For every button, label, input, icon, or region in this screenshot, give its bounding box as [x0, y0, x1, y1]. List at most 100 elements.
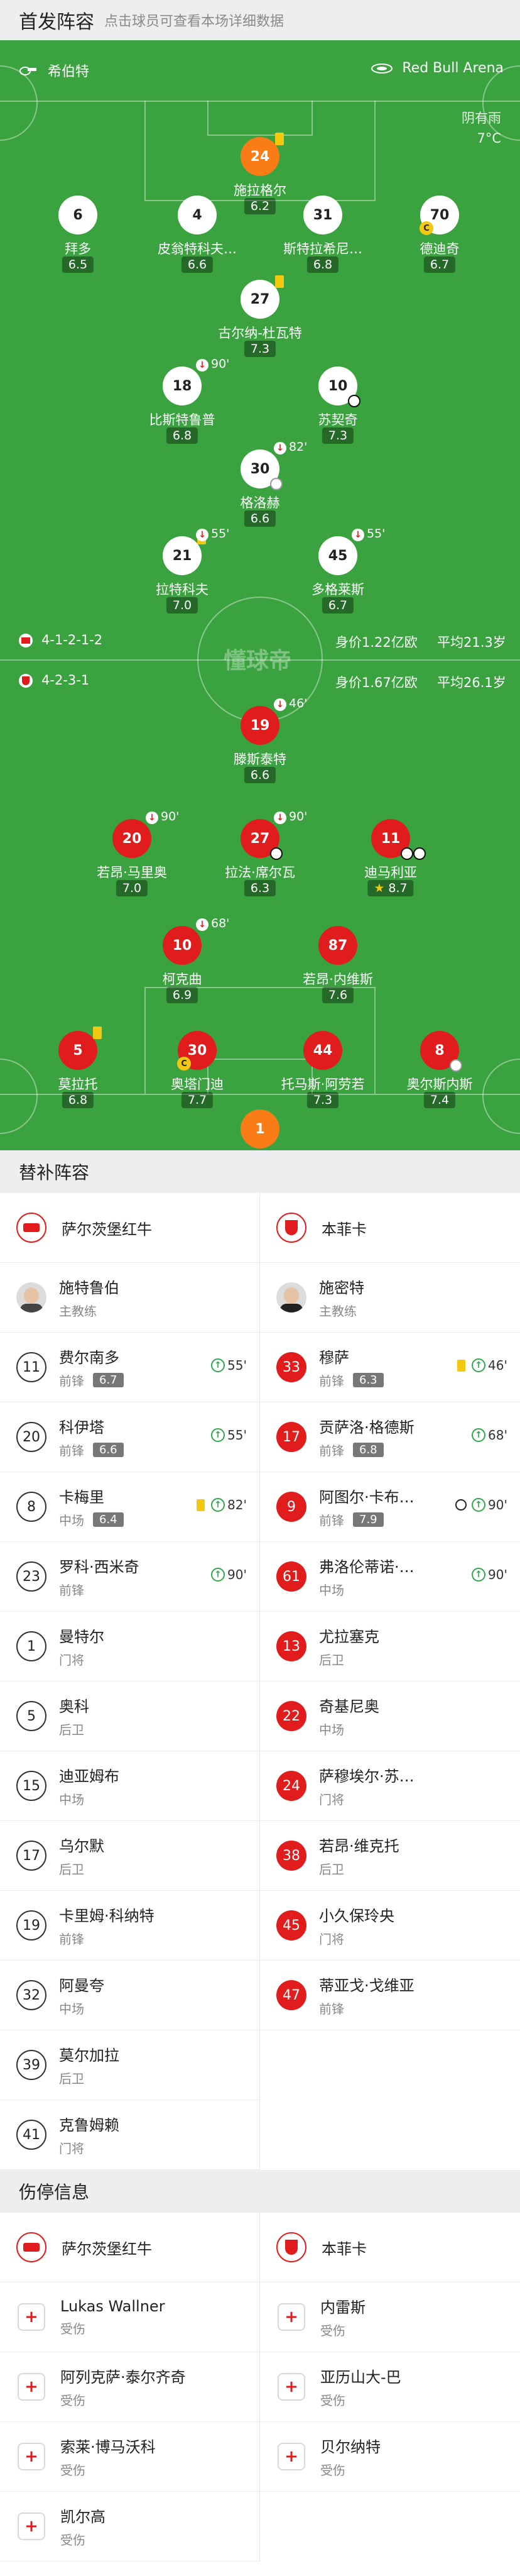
away-sub-row[interactable]: 9 阿图尔·卡布… 前锋 7.9 ↑ 90' [260, 1472, 520, 1542]
away-sub-row[interactable]: 17 贡萨洛·格德斯 前锋 6.8 ↑ 68' [260, 1402, 520, 1472]
away-player-3-rating: ★ 8.7 [367, 880, 414, 896]
sub-event: ↑ 55' [211, 1358, 247, 1373]
away-player-0-number[interactable]: 19 [241, 706, 279, 745]
away-player-2-substitution: ↓ 90' [274, 810, 307, 824]
away-sub-row[interactable]: 45 小久保玲央 门将 [260, 1891, 520, 1961]
away-player-8-name[interactable]: 托马斯·阿劳若 [281, 1074, 365, 1093]
star-icon: ★ [374, 881, 389, 895]
away-team-row[interactable]: 本菲卡 [260, 1193, 520, 1263]
away-player-5-name[interactable]: 若昂·内维斯 [303, 969, 373, 988]
home-sub-row[interactable]: 8 卡梅里 中场 6.4 ↑ 82' [0, 1472, 259, 1542]
home-player-3-number[interactable]: 31 [303, 195, 342, 234]
away-coach-row[interactable]: 施密特 主教练 [260, 1263, 520, 1333]
away-sub-row[interactable]: 22 奇基尼奥 中场 [260, 1682, 520, 1751]
away-injury-row[interactable]: + 亚历山大-巴 受伤 [260, 2352, 520, 2422]
player-name: 穆萨 [319, 1349, 349, 1367]
away-sub-row[interactable]: 24 萨穆埃尔·苏… 门将 [260, 1751, 520, 1821]
home-sub-row[interactable]: 41 克鲁姆赖 门将 [0, 2100, 259, 2170]
home-injury-row[interactable]: + 阿列克萨·泰尔齐奇 受伤 [0, 2352, 259, 2422]
away-player-10-number[interactable]: 1 [241, 1109, 279, 1148]
player-position: 中场 [59, 2001, 84, 2017]
away-sub-row[interactable]: 47 蒂亚戈·戈维亚 前锋 [260, 1961, 520, 2030]
injured-player-name: 索莱·博马沃科 [60, 2438, 156, 2456]
away-player-7-name[interactable]: 奥塔门迪 [171, 1074, 224, 1093]
home-player-10-number[interactable]: 45 [318, 536, 357, 575]
shirt-number: 20 [16, 1422, 46, 1452]
away-player-8-number[interactable]: 44 [303, 1031, 342, 1070]
home-player-10-name[interactable]: 多格莱斯 [311, 580, 364, 598]
home-sub-row[interactable]: 1 曼特尔 门将 [0, 1612, 259, 1682]
home-player-1-name[interactable]: 拜多 [65, 239, 91, 258]
home-player-8-name[interactable]: 格洛赫 [241, 493, 280, 512]
away-player-6-name[interactable]: 莫拉托 [58, 1074, 98, 1093]
home-sub-row[interactable]: 15 迪亚姆布 中场 [0, 1751, 259, 1821]
home-player-9-number[interactable]: 21 [163, 536, 202, 575]
home-player-0-name[interactable]: 施拉格尔 [234, 180, 286, 199]
away-player-4-name[interactable]: 柯克曲 [163, 969, 202, 988]
home-player-0-number[interactable]: 24 [241, 137, 279, 176]
home-player-1-number[interactable]: 6 [58, 195, 97, 234]
home-player-2-number[interactable]: 4 [178, 195, 217, 234]
away-player-9-rating: 7.4 [423, 1092, 456, 1108]
home-coach-row[interactable]: 施特鲁伯 主教练 [0, 1263, 259, 1333]
medical-cross-icon: + [18, 2443, 45, 2470]
away-player-5-rating: 7.6 [322, 987, 354, 1003]
home-team-row[interactable]: 萨尔茨堡红牛 [0, 1193, 259, 1263]
home-sub-row[interactable]: 32 阿曼夸 中场 [0, 1961, 259, 2030]
away-player-2-rating: 6.3 [244, 880, 276, 896]
sub-on-icon: ↑ [472, 1498, 486, 1512]
player-position: 门将 [319, 1932, 344, 1947]
away-player-3-name[interactable]: 迪马利亚 [364, 862, 417, 881]
home-sub-row[interactable]: 20 科伊塔 前锋 6.6 ↑ 55' [0, 1402, 259, 1472]
home-player-6-name[interactable]: 比斯特鲁普 [149, 410, 215, 429]
home-player-2-name[interactable]: 皮翁特科夫… [158, 239, 237, 258]
goal-box-top [207, 101, 313, 136]
home-player-5-name[interactable]: 古尔纳-杜瓦特 [218, 323, 302, 342]
away-player-1-name[interactable]: 若昂·马里奥 [97, 862, 167, 881]
shirt-number: 5 [16, 1701, 46, 1731]
home-injury-row[interactable]: + 索莱·博马沃科 受伤 [0, 2422, 259, 2492]
medical-cross-icon: + [18, 2303, 45, 2331]
away-formation-bar: 4-2-3-1 身价1.67亿欧 平均26.1岁 [0, 669, 520, 694]
away-injury-row[interactable]: + 内雷斯 受伤 [260, 2282, 520, 2352]
home-sub-row[interactable]: 11 费尔南多 前锋 6.7 ↑ 55' [0, 1333, 259, 1402]
away-sub-row[interactable]: 13 尤拉塞克 后卫 [260, 1612, 520, 1682]
home-sub-row[interactable]: 39 莫尔加拉 后卫 [0, 2030, 259, 2100]
away-player-2-name[interactable]: 拉法·席尔瓦 [225, 862, 295, 881]
home-player-9-name[interactable]: 拉特科夫 [156, 580, 209, 598]
home-squad-value: 身价1.22亿欧 [335, 635, 418, 650]
away-player-5-number[interactable]: 87 [318, 926, 357, 965]
away-player-4-number[interactable]: 10 [163, 926, 202, 965]
home-player-3-name[interactable]: 斯特拉希尼… [283, 239, 362, 258]
home-player-6-number[interactable]: 18 [163, 366, 202, 405]
assist-boot-icon [450, 1059, 462, 1072]
home-player-4-name[interactable]: 德迪奇 [420, 239, 460, 258]
away-player-6-number[interactable]: 5 [58, 1031, 97, 1070]
home-player-7-name[interactable]: 苏契奇 [318, 410, 358, 429]
away-sub-row[interactable]: 38 若昂·维克托 后卫 [260, 1821, 520, 1891]
home-injury-row[interactable]: + Lukas Wallner 受伤 [0, 2282, 259, 2352]
shirt-number: 23 [16, 1561, 46, 1592]
venue-label: Red Bull Arena [402, 60, 504, 76]
away-player-0-name[interactable]: 滕斯泰特 [234, 749, 286, 768]
away-team-row[interactable]: 本菲卡 [260, 2213, 520, 2282]
home-player-5-number[interactable]: 27 [241, 280, 279, 319]
home-sub-row[interactable]: 23 罗科·西米奇 前锋 ↑ 90' [0, 1542, 259, 1612]
home-sub-row[interactable]: 5 奥科 后卫 [0, 1682, 259, 1751]
corner-arc-bl [0, 1059, 38, 1134]
home-sub-row[interactable]: 19 卡里姆·科纳特 前锋 [0, 1891, 259, 1961]
sub-minute: 90' [488, 1567, 507, 1582]
away-player-1-number[interactable]: 20 [112, 819, 151, 858]
player-position: 前锋 [319, 1443, 344, 1458]
home-injury-row[interactable]: + 凯尔高 受伤 [0, 2492, 259, 2562]
home-sub-row[interactable]: 17 乌尔默 后卫 [0, 1821, 259, 1891]
away-player-9-name[interactable]: 奥尔斯内斯 [407, 1074, 473, 1093]
away-sub-row[interactable]: 61 弗洛伦蒂诺·… 中场 ↑ 90' [260, 1542, 520, 1612]
away-injury-row[interactable]: + 贝尔纳特 受伤 [260, 2422, 520, 2492]
home-player-8-sub-minute: 82' [289, 440, 308, 454]
away-sub-row[interactable]: 33 穆萨 前锋 6.3 ↑ 46' [260, 1333, 520, 1402]
home-team-row[interactable]: 萨尔茨堡红牛 [0, 2213, 259, 2282]
player-name: 阿图尔·卡布… [319, 1489, 414, 1506]
sub-on-icon: ↑ [211, 1568, 225, 1582]
injury-section-title: 伤停信息 [0, 2170, 520, 2213]
